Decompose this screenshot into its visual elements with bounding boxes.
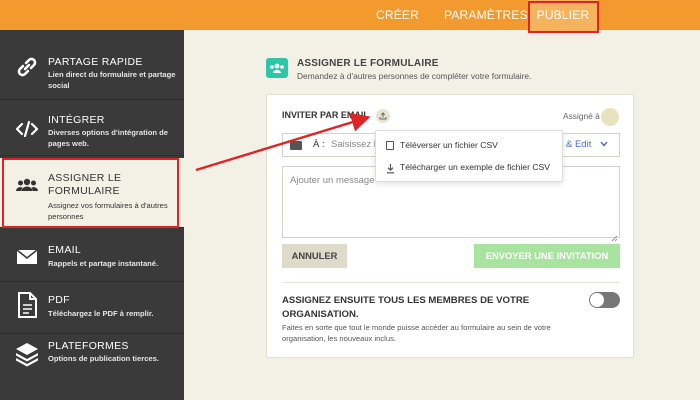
message-placeholder: Ajouter un message [290, 175, 375, 186]
pdf-icon [14, 291, 40, 318]
email-input[interactable]: Saisissez l [331, 139, 376, 150]
link-icon [14, 54, 40, 80]
assign-all-description: Faites en sorte que tout le monde puisse… [282, 323, 551, 343]
upload-file-icon [386, 141, 394, 150]
to-label: À : [313, 139, 325, 150]
dropdown-item-label: Téléverser un fichier CSV [400, 140, 498, 150]
assign-all-title: ASSIGNEZ ENSUITE TOUS LES MEMBRES DE VOT… [282, 295, 530, 320]
sidebar-item-desc: Rappels et partage instantané. [48, 259, 159, 268]
section-title: ASSIGNER LE FORMULAIRE [297, 58, 439, 69]
sidebar-item-email[interactable]: EMAIL Rappels et partage instantané. [0, 230, 184, 282]
chevron-down-icon [600, 139, 608, 150]
dropdown-item-download-csv[interactable]: Télécharger un exemple de fichier CSV [376, 156, 562, 176]
sidebar-item-desc: Lien direct du formulaire et partage soc… [48, 70, 176, 90]
envelope-icon [290, 141, 302, 150]
sidebar-item-title: PDF [48, 294, 70, 306]
sidebar-item-integrer[interactable]: INTÉGRER Diverses options d'intégration … [0, 100, 184, 156]
sidebar-item-partage-rapide[interactable]: PARTAGE RAPIDE Lien direct du formulaire… [0, 30, 184, 100]
avatar[interactable] [601, 108, 619, 126]
section-subtitle: Demandez à d'autres personnes de complét… [297, 71, 532, 81]
download-icon [386, 161, 395, 179]
send-invitation-button[interactable]: ENVOYER UNE INVITATION [474, 244, 620, 268]
divider [282, 282, 620, 283]
dropdown-item-upload-csv[interactable]: Téléverser un fichier CSV [376, 134, 562, 154]
permission-label: & Edit [566, 139, 592, 150]
layers-icon [14, 340, 40, 367]
sidebar-item-title: PLATEFORMES [48, 340, 129, 352]
assigner-highlight-box [2, 158, 179, 228]
sidebar-item-desc: Téléchargez le PDF à remplir. [48, 309, 154, 318]
toggle-knob [590, 293, 604, 307]
code-icon [14, 116, 40, 142]
invite-by-email-label: INVITER PAR EMAIL [282, 110, 369, 120]
nav-parametres[interactable]: PARAMÈTRES [444, 0, 528, 30]
publier-highlight-box [528, 1, 599, 33]
assign-section-icon [266, 58, 288, 78]
mail-icon [14, 244, 40, 270]
sidebar-item-desc: Diverses options d'intégration de pages … [48, 128, 168, 148]
sidebar-item-title: PARTAGE RAPIDE [48, 56, 143, 68]
sidebar-item-title: EMAIL [48, 244, 82, 256]
nav-creer[interactable]: CRÉER [376, 0, 419, 30]
upload-icon[interactable] [376, 109, 390, 123]
cancel-button[interactable]: ANNULER [282, 244, 347, 268]
sidebar-item-pdf[interactable]: PDF Téléchargez le PDF à remplir. [0, 282, 184, 334]
assigned-to-label: Assigné à [563, 111, 600, 121]
permission-select[interactable]: & Edit [566, 139, 608, 150]
sidebar-item-plateformes[interactable]: PLATEFORMES Options de publication tierc… [0, 334, 184, 386]
sidebar-item-title: INTÉGRER [48, 114, 105, 126]
dropdown-item-label: Télécharger un exemple de fichier CSV [400, 162, 550, 172]
sidebar-item-desc: Options de publication tierces. [48, 354, 159, 363]
